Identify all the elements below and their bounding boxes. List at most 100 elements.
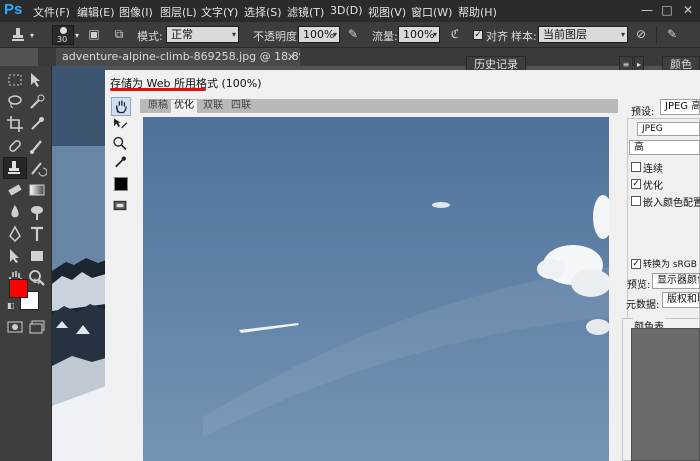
clone-source-icon[interactable]: ⧉ [111, 27, 127, 43]
slice-select-tool-icon[interactable] [111, 116, 131, 135]
tab-optimized[interactable]: 优化 [171, 100, 197, 113]
marquee-tool-icon[interactable] [5, 70, 25, 90]
eyedropper-color-swatch[interactable] [114, 177, 128, 191]
optimized-checkbox[interactable]: ✓ [631, 179, 641, 189]
metadata-value: 版权和联系 [667, 294, 699, 305]
document-tab[interactable]: adventure-alpine-climb-869258.jpg @ 18.8… [56, 48, 300, 66]
airbrush-icon[interactable]: ℭ [447, 27, 463, 43]
menu-select[interactable]: 选择(S) [244, 4, 282, 20]
type-tool-icon[interactable] [27, 224, 47, 244]
swap-colors-icon[interactable]: ⇆ [33, 277, 41, 287]
mode-select[interactable]: 正常 ▾ [166, 26, 239, 43]
menu-type[interactable]: 文字(Y) [201, 4, 238, 20]
menu-edit[interactable]: 编辑(E) [77, 4, 115, 20]
tab-2-up[interactable]: 双联 [200, 100, 226, 113]
quality-select[interactable]: 高 [629, 140, 700, 155]
quick-selection-tool-icon[interactable] [27, 92, 47, 112]
tool-preset-dropdown-icon[interactable]: ▾ [30, 31, 34, 40]
screen-mode-icon[interactable] [27, 317, 47, 337]
document-canvas[interactable] [52, 66, 106, 461]
menu-image[interactable]: 图像(I) [119, 4, 153, 20]
close-tab-icon[interactable]: × [287, 48, 296, 65]
photoshop-logo[interactable]: Ps [4, 1, 22, 18]
tab-original[interactable]: 原稿 [145, 100, 171, 113]
preset-select[interactable]: JPEG 高 [660, 99, 700, 115]
optimized-preview-image[interactable] [143, 117, 609, 461]
embed-profile-label: 嵌入颜色配置文 [643, 198, 700, 209]
color-table-area[interactable] [631, 328, 700, 461]
toggle-slices-icon[interactable] [111, 197, 131, 216]
format-value: JPEG [642, 124, 663, 134]
metadata-select[interactable]: 版权和联系 [662, 292, 700, 308]
flow-input[interactable]: 100% ▾ [398, 26, 440, 43]
eyedropper-tool-icon[interactable] [111, 154, 131, 173]
path-selection-tool-icon[interactable] [5, 246, 25, 266]
mode-value: 正常 [171, 28, 193, 41]
pressure-opacity-icon[interactable]: ✎ [345, 27, 361, 43]
chevron-down-icon: ▾ [231, 30, 236, 39]
dodge-tool-icon[interactable] [27, 202, 47, 222]
eraser-tool-icon[interactable] [5, 180, 25, 200]
eyedropper-tool-icon[interactable] [27, 114, 47, 134]
menu-help[interactable]: 帮助(H) [458, 4, 497, 20]
flow-value: 100% [403, 28, 435, 41]
aligned-checkbox[interactable]: ✓ [473, 30, 483, 40]
ignore-adjustment-layers-icon[interactable]: ⊘ [633, 27, 649, 43]
shape-tool-icon[interactable] [27, 246, 47, 266]
sample-select[interactable]: 当前图层 ▾ [538, 26, 628, 43]
clone-stamp-tool-icon[interactable] [10, 27, 26, 43]
foreground-color-swatch[interactable] [9, 279, 28, 298]
brush-tool-icon[interactable] [27, 136, 47, 156]
opacity-label: 不透明度: [253, 30, 301, 43]
aligned-label: 对齐 [486, 30, 508, 43]
gradient-tool-icon[interactable] [27, 180, 47, 200]
document-tab-title: adventure-alpine-climb-869258.jpg @ 18.8… [62, 50, 300, 63]
optimized-label: 优化 [643, 181, 663, 192]
minimize-button[interactable]: — [639, 3, 655, 18]
history-brush-tool-icon[interactable] [27, 158, 48, 178]
close-button[interactable]: ✕ [680, 3, 696, 18]
default-colors-icon[interactable]: ◧ [7, 301, 15, 310]
tab-4-up[interactable]: 四联 [228, 100, 254, 113]
move-tool-icon[interactable] [27, 70, 47, 90]
progressive-checkbox[interactable] [631, 162, 641, 172]
menu-window[interactable]: 窗口(W) [411, 4, 452, 20]
brush-size-picker[interactable]: 30 [52, 25, 74, 45]
chevron-down-icon: ▾ [620, 30, 625, 39]
opacity-input[interactable]: 100% ▾ [298, 26, 340, 43]
menu-3d[interactable]: 3D(D) [330, 4, 363, 17]
menu-file[interactable]: 文件(F) [33, 4, 70, 20]
preview-select[interactable]: 显示器颜色 [652, 273, 700, 289]
convert-srgb-checkbox[interactable]: ✓ [631, 259, 641, 269]
quality-value: 高 [634, 142, 644, 153]
hand-tool-icon[interactable] [111, 97, 131, 116]
chevron-down-icon: ▾ [332, 30, 337, 39]
lasso-tool-icon[interactable] [5, 92, 25, 112]
menu-view[interactable]: 视图(V) [368, 4, 406, 20]
crop-tool-icon[interactable] [5, 114, 25, 134]
separator [656, 26, 657, 44]
menu-filter[interactable]: 滤镜(T) [287, 4, 324, 20]
zoom-tool-icon[interactable] [111, 135, 131, 154]
opacity-value: 100% [303, 28, 335, 41]
convert-srgb-label: 转换为 sRGB [643, 260, 697, 270]
healing-brush-tool-icon[interactable] [5, 136, 25, 156]
sky-image [143, 117, 609, 461]
progressive-label: 连续 [643, 164, 663, 175]
embed-profile-checkbox[interactable] [631, 196, 641, 206]
mode-label: 模式: [137, 30, 163, 43]
brush-panel-icon[interactable]: ▣ [86, 27, 102, 43]
menu-layer[interactable]: 图层(L) [160, 4, 197, 20]
maximize-button[interactable]: □ [659, 3, 675, 18]
flow-label: 流量: [372, 30, 398, 43]
pen-tool-icon[interactable] [5, 224, 25, 244]
chevron-down-icon: ▾ [432, 30, 437, 39]
pressure-size-icon[interactable]: ✎ [664, 27, 680, 43]
blur-tool-icon[interactable] [5, 202, 25, 222]
dialog-tools [108, 97, 134, 217]
quick-mask-icon[interactable] [5, 317, 25, 337]
clone-stamp-tool-icon[interactable] [3, 157, 27, 179]
format-select[interactable]: JPEG [637, 122, 700, 136]
menu-bar: Ps 文件(F) 编辑(E) 图像(I) 图层(L) 文字(Y) 选择(S) 滤… [0, 0, 700, 22]
brush-picker-dropdown-icon[interactable]: ▾ [75, 31, 79, 40]
